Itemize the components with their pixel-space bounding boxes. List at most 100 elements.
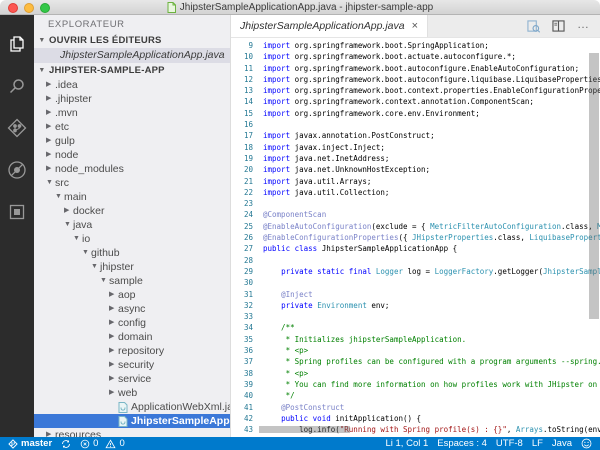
indentation-setting[interactable]: Espaces : 4 (437, 438, 487, 449)
encoding-setting[interactable]: UTF-8 (496, 438, 523, 449)
tree-item-folder[interactable]: ▶resources (34, 428, 230, 437)
code-text: import org.springframework.boot.autoconf… (263, 74, 600, 85)
tree-item-label: security (118, 358, 154, 372)
tree-item-file[interactable]: JhipsterSampleApplicationApp.java (34, 414, 230, 428)
more-actions-icon[interactable]: … (577, 24, 590, 29)
code-line[interactable]: 35 * Initializes jhipsterSampleApplicati… (231, 334, 600, 345)
tree-item-folder[interactable]: ▶gulp (34, 134, 230, 148)
eol-setting[interactable]: LF (532, 438, 543, 449)
code-line[interactable]: 29 private static final Logger log = Log… (231, 266, 600, 277)
open-editors-header[interactable]: ▼ OUVRIR LES ÉDITEURS (34, 33, 230, 48)
tab-active[interactable]: JhipsterSampleApplicationApp.java × (231, 15, 428, 37)
tree-item-folder[interactable]: ▶docker (34, 204, 230, 218)
tree-item-folder[interactable]: ▶web (34, 386, 230, 400)
code-line[interactable]: 11import org.springframework.boot.autoco… (231, 63, 600, 74)
code-text: import org.springframework.boot.context.… (263, 85, 600, 96)
git-branch-indicator[interactable]: master (8, 438, 52, 449)
tree-item-folder[interactable]: ▼jhipster (34, 260, 230, 274)
code-line[interactable]: 23 (231, 198, 600, 209)
code-line[interactable]: 34 /** (231, 322, 600, 333)
tree-item-folder[interactable]: ▶aop (34, 288, 230, 302)
tree-item-folder[interactable]: ▶.jhipster (34, 92, 230, 106)
code-line[interactable]: 19import java.net.InetAddress; (231, 153, 600, 164)
horizontal-scrollbar[interactable] (259, 426, 350, 433)
split-editor-icon[interactable] (552, 20, 565, 32)
status-bar: master 0 0 Li 1, Col 1 Espace (0, 437, 600, 450)
debug-icon[interactable] (0, 149, 34, 191)
code-line[interactable]: 33 (231, 311, 600, 322)
code-line[interactable]: 41 @PostConstruct (231, 402, 600, 413)
code-editor[interactable]: 9import org.springframework.boot.SpringA… (231, 38, 600, 437)
tree-item-folder[interactable]: ▼src (34, 176, 230, 190)
code-line[interactable]: 25@EnableAutoConfiguration(exclude = { M… (231, 221, 600, 232)
code-line[interactable]: 20import java.net.UnknownHostException; (231, 164, 600, 175)
project-section-header[interactable]: ▼ JHIPSTER-SAMPLE-APP (34, 63, 230, 78)
tree-item-file[interactable]: ApplicationWebXml.java (34, 400, 230, 414)
tree-item-folder[interactable]: ▶repository (34, 344, 230, 358)
tab-close-icon[interactable]: × (412, 21, 418, 32)
minimize-window-button[interactable] (24, 3, 34, 13)
code-line[interactable]: 21import java.util.Arrays; (231, 176, 600, 187)
tree-item-folder[interactable]: ▼main (34, 190, 230, 204)
code-line[interactable]: 28 (231, 255, 600, 266)
code-line[interactable]: 16 (231, 119, 600, 130)
code-line[interactable]: 24@ComponentScan (231, 209, 600, 220)
tree-item-folder[interactable]: ▶config (34, 316, 230, 330)
language-mode[interactable]: Java (552, 438, 572, 449)
extensions-icon[interactable] (0, 191, 34, 233)
close-window-button[interactable] (8, 3, 18, 13)
line-number: 31 (231, 289, 263, 300)
code-line[interactable]: 12import org.springframework.boot.autoco… (231, 74, 600, 85)
source-control-icon[interactable] (0, 107, 34, 149)
code-line[interactable]: 40 */ (231, 390, 600, 401)
tree-item-folder[interactable]: ▶.mvn (34, 106, 230, 120)
zoom-window-button[interactable] (40, 3, 50, 13)
vertical-scrollbar[interactable] (589, 53, 599, 319)
code-line[interactable]: 42 public void initApplication() { (231, 413, 600, 424)
tree-item-folder[interactable]: ▼io (34, 232, 230, 246)
tree-item-folder[interactable]: ▶security (34, 358, 230, 372)
tree-item-folder[interactable]: ▼github (34, 246, 230, 260)
code-line[interactable]: 30 (231, 277, 600, 288)
problems-indicator[interactable]: 0 0 (80, 438, 125, 449)
search-icon[interactable] (0, 65, 34, 107)
code-text: /** (263, 322, 295, 333)
tree-item-folder[interactable]: ▼java (34, 218, 230, 232)
code-line[interactable]: 10import org.springframework.boot.actuat… (231, 51, 600, 62)
code-line[interactable]: 9import org.springframework.boot.SpringA… (231, 40, 600, 51)
tree-item-folder[interactable]: ▶node_modules (34, 162, 230, 176)
tree-item-folder[interactable]: ▶etc (34, 120, 230, 134)
code-line[interactable]: 31 @Inject (231, 289, 600, 300)
code-line[interactable]: 36 * <p> (231, 345, 600, 356)
tree-item-folder[interactable]: ▶domain (34, 330, 230, 344)
code-line[interactable]: 14import org.springframework.context.ann… (231, 96, 600, 107)
feedback-smiley-button[interactable] (581, 438, 592, 449)
code-line[interactable]: 44 Collection<String> activeProfiles = A… (231, 435, 600, 437)
tree-item-folder[interactable]: ▶service (34, 372, 230, 386)
tree-item-folder[interactable]: ▶node (34, 148, 230, 162)
tree-item-folder[interactable]: ▶.idea (34, 78, 230, 92)
open-editor-item[interactable]: JhipsterSampleApplicationApp.java src/m.… (34, 48, 230, 63)
code-line[interactable]: 17import javax.annotation.PostConstruct; (231, 130, 600, 141)
title-bar[interactable]: JhipsterSampleApplicationApp.java - jhip… (0, 0, 600, 15)
code-line[interactable]: 15import org.springframework.core.env.En… (231, 108, 600, 119)
warning-icon (105, 439, 116, 449)
code-line[interactable]: 27public class JhipsterSampleApplication… (231, 243, 600, 254)
code-line[interactable]: 26@EnableConfigurationProperties({ JHips… (231, 232, 600, 243)
tree-item-folder[interactable]: ▼sample (34, 274, 230, 288)
code-line[interactable]: 39 * You can find more information on ho… (231, 379, 600, 390)
code-line[interactable]: 22import java.util.Collection; (231, 187, 600, 198)
explorer-icon[interactable] (0, 23, 34, 65)
sync-button[interactable] (61, 439, 71, 449)
tree-item-label: ApplicationWebXml.java (131, 400, 230, 414)
tree-item-folder[interactable]: ▶async (34, 302, 230, 316)
tree-item-label: src (55, 176, 69, 190)
cursor-position[interactable]: Li 1, Col 1 (385, 438, 428, 449)
code-line[interactable]: 32 private Environment env; (231, 300, 600, 311)
code-line[interactable]: 13import org.springframework.boot.contex… (231, 85, 600, 96)
code-line[interactable]: 38 * <p> (231, 368, 600, 379)
code-line[interactable]: 37 * Spring profiles can be configured w… (231, 356, 600, 367)
open-preview-icon[interactable] (527, 20, 540, 33)
chevron-collapsed-icon: ▶ (46, 162, 55, 176)
code-line[interactable]: 18import javax.inject.Inject; (231, 142, 600, 153)
